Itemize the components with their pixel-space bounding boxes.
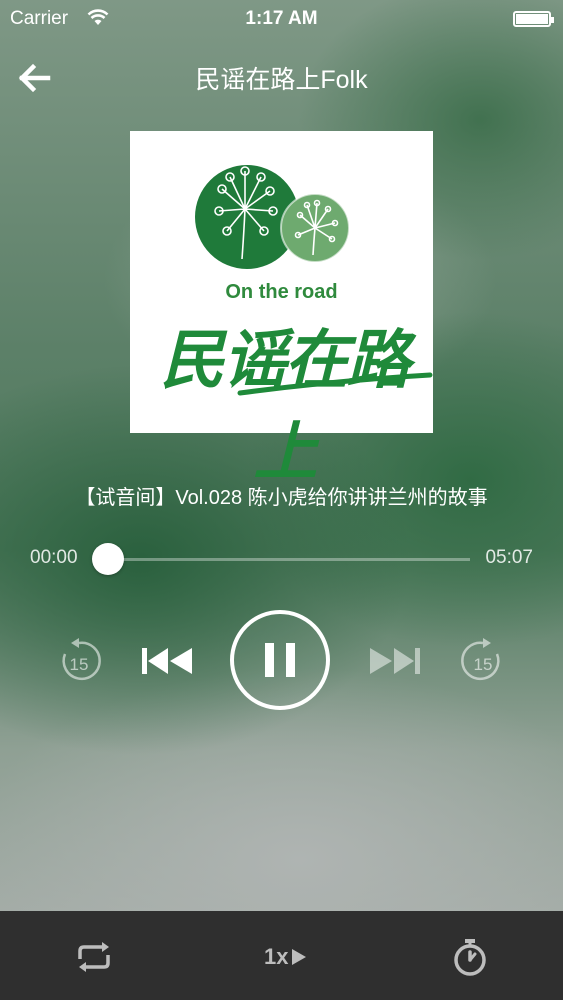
repeat-icon[interactable] — [74, 939, 114, 975]
forward-15-button[interactable]: 15 — [459, 636, 507, 686]
player-screen: Carrier 1:17 AM 民谣在路上Folk On the road 民谣… — [0, 0, 563, 1000]
pause-button[interactable] — [228, 608, 332, 712]
total-time: 05:07 — [485, 547, 533, 568]
previous-track-button[interactable] — [140, 645, 194, 677]
cover-name: 民谣在路上 — [160, 324, 411, 488]
playback-speed-button[interactable]: 1x — [264, 941, 308, 973]
page-title: 民谣在路上Folk — [195, 66, 368, 94]
bottom-toolbar: 1x — [0, 911, 563, 1000]
rewind-15-button[interactable]: 15 — [55, 636, 103, 686]
rewind-15-label: 15 — [70, 655, 89, 674]
next-track-button[interactable] — [368, 645, 422, 677]
elapsed-time: 00:00 — [30, 547, 78, 568]
nav-bar: 民谣在路上Folk — [0, 50, 563, 104]
clock: 1:17 AM — [245, 8, 318, 29]
forward-15-label: 15 — [474, 655, 493, 674]
play-triangle-icon — [292, 949, 307, 965]
stopwatch-icon[interactable] — [452, 937, 488, 977]
battery-icon — [513, 11, 554, 27]
album-cover: On the road 民谣在路上 — [130, 131, 433, 488]
cover-subtitle: On the road — [225, 281, 338, 303]
progress-bar[interactable] — [108, 558, 470, 561]
progress-thumb[interactable] — [92, 543, 124, 575]
status-bar: Carrier 1:17 AM — [0, 0, 563, 38]
track-title: 【试音间】Vol.028 陈小虎给你讲讲兰州的故事 — [75, 487, 488, 509]
speed-label: 1x — [264, 944, 289, 969]
